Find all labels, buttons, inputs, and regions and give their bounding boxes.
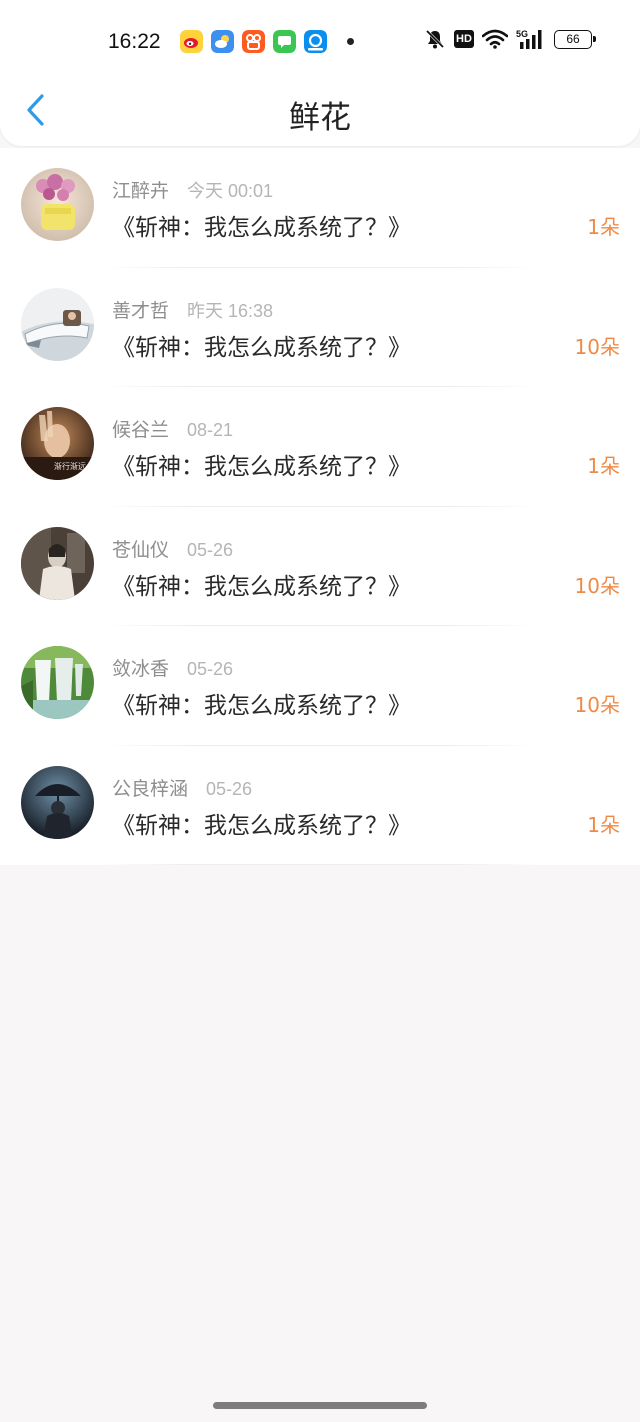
send-time: 08-21 [187,420,234,440]
avatar-image [21,287,94,361]
kuaishou-app-icon [242,30,265,53]
battery-level: 66 [566,32,580,46]
more-notifications-dot [347,38,354,45]
flower-count: 1朵 [587,215,620,239]
item-meta: 公良梓涵 05-26 [112,774,252,801]
list-item[interactable]: 公良梓涵 05-26 《斩神：我怎么成系统了？》 1朵 [0,746,640,865]
avatar[interactable]: 渐行渐远 [21,407,94,480]
weather-app-icon [211,30,234,53]
system-icons: HD 5G 66 [424,28,596,50]
book-title: 《斩神：我怎么成系统了？》 [112,454,411,480]
book-title: 《斩神：我怎么成系统了？》 [112,573,411,600]
flower-count: 10朵 [574,693,620,717]
item-meta: 苍仙仪 05-26 [112,535,233,562]
page-title: 鲜花 [289,100,351,136]
sender-name: 善才哲 [112,299,170,322]
avatar[interactable] [21,646,94,719]
status-time: 16:22 [108,30,161,53]
flower-count: 1朵 [587,454,620,478]
eleme-app-icon [304,30,327,53]
avatar-image [21,765,94,839]
battery-icon: 66 [554,29,596,49]
list-item[interactable]: 善才哲 昨天 16:38 《斩神：我怎么成系统了？》 10朵 [0,268,640,387]
sender-name: 江醉卉 [112,180,170,202]
notification-app-icons [180,30,354,53]
list-item[interactable]: 敛冰香 05-26 《斩神：我怎么成系统了？》 10朵 [0,626,640,746]
row-divider [100,864,540,865]
flower-count: 10朵 [574,573,620,598]
book-title: 《斩神：我怎么成系统了？》 [112,334,411,361]
avatar[interactable] [21,765,94,839]
list-item[interactable]: 渐行渐远 候谷兰 08-21 《斩神：我怎么成系统了？》 1朵 [0,387,640,507]
avatar-image [21,526,94,600]
wifi-icon [482,29,508,49]
send-time: 今天 00:01 [187,181,274,201]
send-time: 05-26 [187,539,234,560]
sender-name: 公良梓涵 [112,777,189,800]
mute-icon [425,29,445,49]
book-title: 《斩神：我怎么成系统了？》 [112,693,411,719]
5g-signal-icon: 5G [516,29,542,49]
hd-icon: HD [454,30,474,48]
item-meta: 善才哲 昨天 16:38 [112,296,273,323]
home-indicator[interactable] [213,1402,427,1409]
avatar-image [21,646,94,719]
send-time: 05-26 [187,659,234,679]
flower-count: 1朵 [587,812,620,837]
send-time: 05-26 [206,778,253,799]
messages-app-icon [273,30,296,53]
avatar[interactable] [21,526,94,600]
sender-name: 敛冰香 [112,658,170,680]
list-item[interactable]: 江醉卉 今天 00:01 《斩神：我怎么成系统了？》 1朵 [0,148,640,268]
flower-list: 江醉卉 今天 00:01 《斩神：我怎么成系统了？》 1朵 善才哲 昨天 16:… [0,148,640,865]
send-time: 昨天 16:38 [187,300,274,321]
item-meta: 敛冰香 05-26 [112,654,233,681]
avatar[interactable] [21,168,94,241]
item-meta: 候谷兰 08-21 [112,415,233,442]
navigation-bar: 鲜花 [0,80,640,142]
top-bar: 16:22 HD 5G 66 鲜花 [0,0,640,146]
avatar-caption: 渐行渐远 [54,461,86,471]
item-meta: 江醉卉 今天 00:01 [112,176,273,203]
flower-count: 10朵 [574,334,620,359]
avatar-image: 渐行渐远 [21,407,94,480]
book-title: 《斩神：我怎么成系统了？》 [112,812,411,839]
avatar[interactable] [21,287,94,361]
network-label: 5G [516,29,528,39]
avatar-image [21,168,94,241]
list-item[interactable]: 苍仙仪 05-26 《斩神：我怎么成系统了？》 10朵 [0,507,640,626]
book-title: 《斩神：我怎么成系统了？》 [112,215,411,241]
sender-name: 候谷兰 [112,419,170,441]
status-bar: 16:22 HD 5G 66 [0,18,640,66]
sender-name: 苍仙仪 [112,538,170,561]
weibo-app-icon [180,30,203,53]
